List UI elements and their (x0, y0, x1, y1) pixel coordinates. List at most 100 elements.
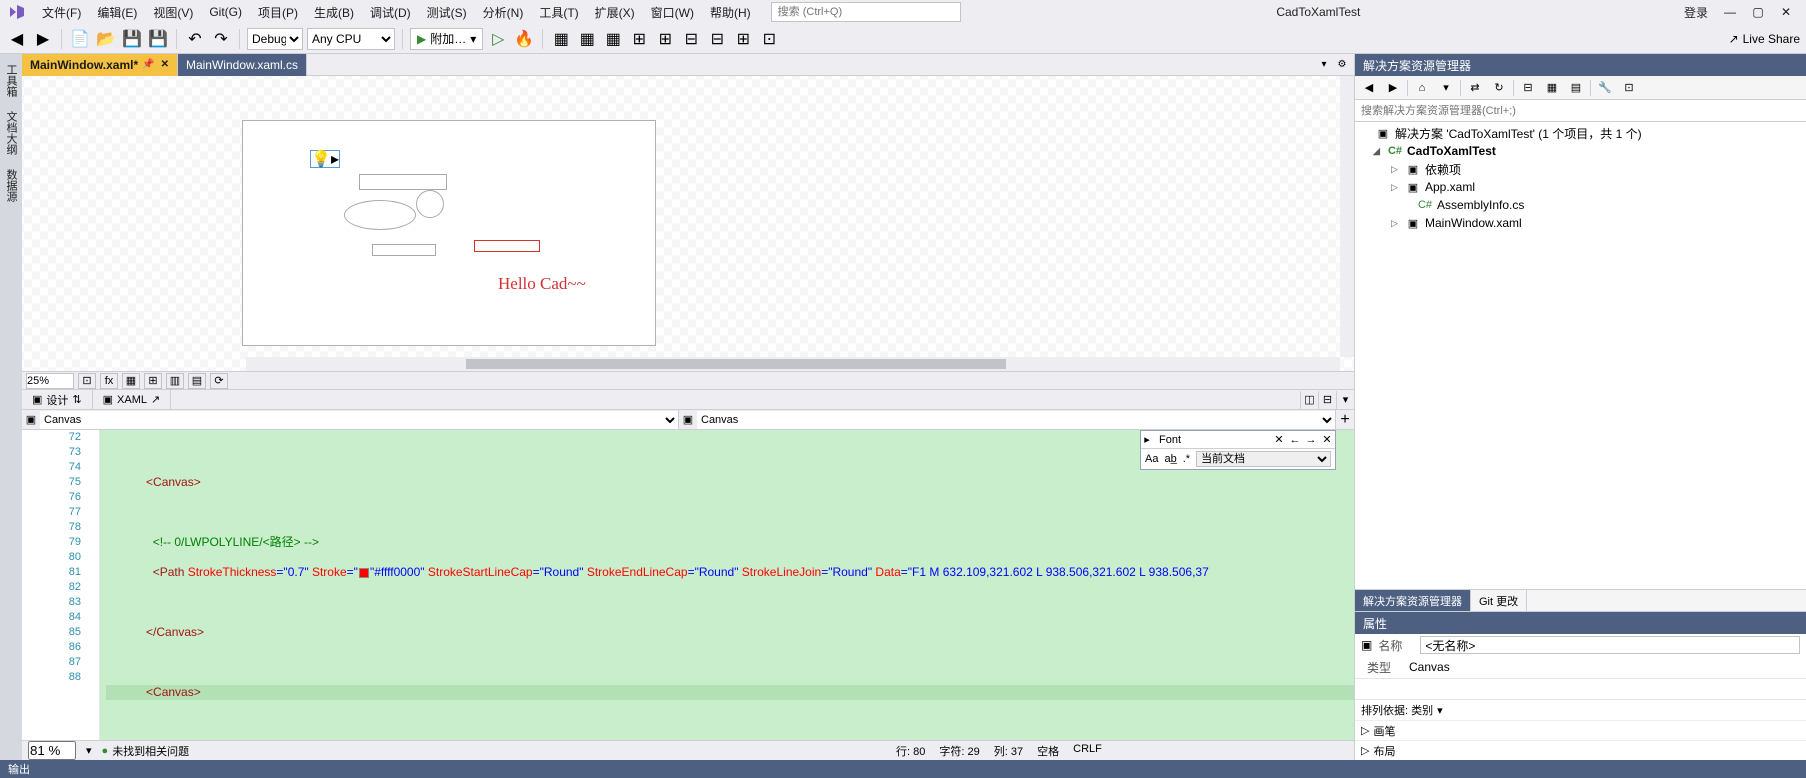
tree-project[interactable]: ◢C#CadToXamlTest (1355, 142, 1806, 160)
output-panel-header[interactable]: 输出 (0, 760, 1806, 778)
se-back-icon[interactable]: ◀ (1359, 78, 1379, 98)
split-h-icon[interactable]: ⊟ (1318, 391, 1336, 409)
fit-icon[interactable]: ⊡ (78, 373, 96, 389)
tb-btn-6-icon[interactable]: ⊟ (680, 28, 702, 50)
undo-icon[interactable]: ↶ (184, 28, 206, 50)
solution-search-input[interactable] (1355, 100, 1806, 121)
designer-vscroll[interactable] (1340, 76, 1354, 357)
menu-project[interactable]: 项目(P) (250, 2, 306, 23)
design-rect-1[interactable] (359, 174, 447, 190)
open-icon[interactable]: 📂 (95, 28, 117, 50)
tab-mainwindow-cs[interactable]: MainWindow.xaml.cs (178, 54, 307, 76)
menu-window[interactable]: 窗口(W) (643, 2, 702, 23)
pin-icon[interactable]: 📌 (142, 59, 154, 70)
menu-file[interactable]: 文件(F) (34, 2, 89, 23)
menu-search-input[interactable] (771, 2, 961, 22)
tb-btn-9-icon[interactable]: ⊡ (758, 28, 780, 50)
data-sources-tab[interactable]: 数据源 (1, 163, 21, 208)
refresh-icon[interactable]: ⟳ (210, 373, 228, 389)
designer-zoom-input[interactable] (26, 373, 74, 389)
split-v-icon[interactable]: ◫ (1300, 391, 1318, 409)
tab-git-changes[interactable]: Git 更改 (1471, 590, 1527, 611)
proj-code-icon[interactable]: ▤ (188, 373, 206, 389)
expand-icon[interactable]: ▸ (1141, 433, 1153, 446)
tb-btn-2-icon[interactable]: ▦ (576, 28, 598, 50)
redo-icon[interactable]: ↷ (210, 28, 232, 50)
properties-search-input[interactable] (1355, 679, 1806, 699)
find-scope-dropdown[interactable]: 当前文档 (1196, 451, 1331, 467)
indent-mode[interactable]: 空格 (1037, 743, 1059, 759)
tree-assemblyinfo[interactable]: C#AssemblyInfo.cs (1355, 196, 1806, 214)
start-nodebug-icon[interactable]: ▷ (487, 28, 509, 50)
design-circle[interactable] (416, 190, 444, 218)
hot-reload-icon[interactable]: 🔥 (513, 28, 535, 50)
tb-btn-8-icon[interactable]: ⊞ (732, 28, 754, 50)
design-rect-2[interactable] (372, 244, 436, 256)
maximize-icon[interactable]: ▢ (1744, 5, 1772, 19)
effects-icon[interactable]: fx (100, 373, 118, 389)
start-debug-button[interactable]: ▶附加…▾ (410, 28, 483, 50)
tb-btn-1-icon[interactable]: ▦ (550, 28, 572, 50)
se-fwd-icon[interactable]: ▶ (1383, 78, 1403, 98)
category-brush[interactable]: ▷画笔 (1355, 720, 1806, 740)
snaplines-icon[interactable]: ▥ (166, 373, 184, 389)
nav-fwd-icon[interactable]: ▶ (32, 28, 54, 50)
tab-overflow-icon[interactable]: ▾ (1316, 57, 1332, 73)
find-close-icon[interactable]: ✕ (1271, 433, 1287, 446)
line-ending[interactable]: CRLF (1073, 743, 1102, 759)
menu-view[interactable]: 视图(V) (145, 2, 201, 23)
regex-icon[interactable]: .* (1183, 453, 1190, 465)
collapse-pane-icon[interactable]: ▾ (1336, 391, 1354, 409)
find-next-icon[interactable]: → (1303, 434, 1319, 446)
tree-app-xaml[interactable]: ▷▣App.xaml (1355, 178, 1806, 196)
snap-icon[interactable]: ⊞ (144, 373, 162, 389)
save-all-icon[interactable]: 💾 (147, 28, 169, 50)
minimize-icon[interactable]: — (1716, 5, 1744, 19)
xaml-view-tab[interactable]: ▣XAML↗ (93, 390, 172, 410)
design-rect-3[interactable] (474, 240, 540, 252)
document-outline-tab[interactable]: 文档大纲 (1, 105, 21, 161)
design-hello-text[interactable]: Hello Cad~~ (498, 274, 586, 294)
designer-hscroll[interactable] (246, 357, 1340, 371)
se-showall-icon[interactable]: ▦ (1542, 78, 1562, 98)
nav-back-icon[interactable]: ◀ (6, 28, 28, 50)
find-close2-icon[interactable]: ✕ (1319, 433, 1335, 446)
close-tab-icon[interactable]: ✕ (161, 59, 169, 70)
crumb-add-icon[interactable]: + (1336, 410, 1354, 429)
crumb-right-dropdown[interactable]: Canvas (697, 411, 1335, 429)
menu-test[interactable]: 测试(S) (419, 2, 475, 23)
design-ellipse[interactable] (344, 200, 416, 230)
lightbulb-icon[interactable]: 💡▸ (310, 150, 340, 168)
tree-mainwindow-xaml[interactable]: ▷▣MainWindow.xaml (1355, 214, 1806, 232)
save-icon[interactable]: 💾 (121, 28, 143, 50)
config-dropdown[interactable]: Debug (247, 28, 303, 50)
menu-tools[interactable]: 工具(T) (531, 2, 586, 23)
se-refresh-icon[interactable]: ↻ (1489, 78, 1509, 98)
tree-solution-root[interactable]: ▣解决方案 'CadToXamlTest' (1 个项目，共 1 个) (1355, 124, 1806, 142)
menu-help[interactable]: 帮助(H) (702, 2, 759, 23)
menu-extensions[interactable]: 扩展(X) (587, 2, 643, 23)
new-project-icon[interactable]: 📄 (69, 28, 91, 50)
grid-icon[interactable]: ▦ (122, 373, 140, 389)
properties-sort[interactable]: 排列依据: 类别▾ (1355, 700, 1806, 720)
menu-edit[interactable]: 编辑(E) (89, 2, 145, 23)
tree-dependencies[interactable]: ▷▣依赖项 (1355, 160, 1806, 178)
tb-btn-4-icon[interactable]: ⊞ (628, 28, 650, 50)
popout-icon[interactable]: ↗ (151, 393, 160, 406)
se-view-icon[interactable]: ⊡ (1619, 78, 1639, 98)
se-switch-icon[interactable]: ▾ (1436, 78, 1456, 98)
xaml-designer[interactable]: 💡▸ Hello Cad~~ (22, 76, 1354, 372)
tab-settings-icon[interactable]: ⚙ (1334, 57, 1350, 73)
se-collapse-icon[interactable]: ⊟ (1518, 78, 1538, 98)
menu-analyze[interactable]: 分析(N) (475, 2, 532, 23)
whole-word-icon[interactable]: ab̲ (1164, 453, 1176, 465)
tab-mainwindow-xaml[interactable]: MainWindow.xaml*📌✕ (22, 54, 178, 76)
se-preview-icon[interactable]: ▤ (1566, 78, 1586, 98)
tab-solution-explorer[interactable]: 解决方案资源管理器 (1355, 590, 1471, 611)
toolbox-tab[interactable]: 工具箱 (1, 58, 21, 103)
se-properties-icon[interactable]: 🔧 (1595, 78, 1615, 98)
tb-btn-5-icon[interactable]: ⊞ (654, 28, 676, 50)
code-content[interactable]: <Canvas> <!-- 0/LWPOLYLINE/<路径> --> <Pat… (100, 430, 1354, 740)
match-case-icon[interactable]: Aa (1145, 453, 1158, 465)
login-button[interactable]: 登录 (1676, 2, 1716, 23)
